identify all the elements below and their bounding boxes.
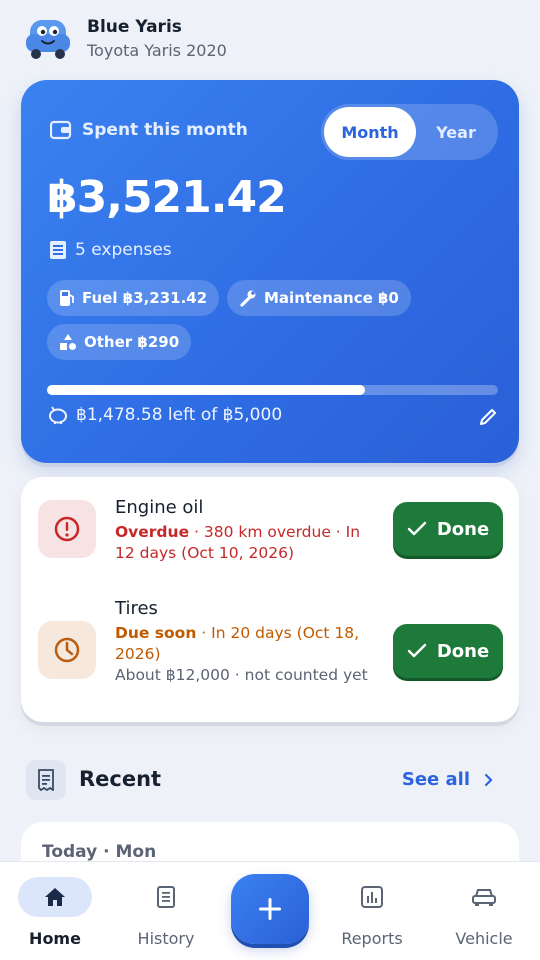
edit-budget-icon[interactable] [476, 405, 500, 429]
receipt-icon [26, 760, 66, 800]
car-model: Toyota Yaris 2020 [87, 40, 227, 60]
car-icon [447, 877, 521, 917]
bar-chart-icon [335, 877, 409, 917]
wrench-icon [240, 290, 256, 307]
fuel-chip-label: Fuel ฿3,231.42 [82, 289, 208, 307]
piggy-bank-icon [49, 406, 67, 424]
vehicle-header[interactable]: Blue Yaris Toyota Yaris 2020 [24, 14, 227, 62]
reminders-card: Engine oil Overdue · 380 km overdue · In… [21, 477, 519, 722]
nav-reports-label: Reports [341, 929, 403, 948]
expenses-count-text: 5 expenses [75, 240, 172, 260]
budget-remaining: ฿1,478.58 left of ฿5,000 [48, 405, 282, 425]
other-chip-label: Other ฿290 [84, 333, 180, 351]
spend-label-text: Spent this month [82, 120, 248, 140]
nav-history-label: History [137, 929, 195, 948]
reminder-title: Tires [115, 598, 158, 619]
check-icon [407, 643, 427, 658]
done-button[interactable]: Done [393, 624, 503, 678]
nav-reports[interactable]: Reports [322, 862, 422, 960]
car-mascot-icon [26, 20, 70, 59]
period-toggle[interactable]: Month Year [321, 104, 498, 160]
spent-amount: ฿3,521.42 [47, 172, 287, 223]
budget-remaining-text: ฿1,478.58 left of ฿5,000 [76, 405, 283, 425]
alert-circle-icon [38, 500, 96, 558]
history-list-icon [129, 877, 203, 917]
plus-icon [259, 898, 281, 920]
toggle-month[interactable]: Month [324, 107, 416, 157]
spend-label: Spent this month [50, 120, 248, 140]
reminder-detail: Due soon · In 20 days (Oct 18, 2026) [115, 623, 377, 665]
list-icon [50, 241, 66, 259]
nav-vehicle[interactable]: Vehicle [434, 862, 534, 960]
see-all-link[interactable]: See all [402, 769, 494, 790]
see-all-label: See all [401, 769, 470, 790]
maintenance-chip[interactable]: Maintenance ฿0 [227, 280, 411, 316]
clock-icon [38, 621, 96, 679]
recent-section-header: Recent See all [24, 757, 498, 803]
done-button-label: Done [436, 518, 490, 540]
home-icon [18, 877, 92, 917]
shapes-icon [60, 334, 76, 350]
chevron-right-icon [484, 773, 493, 786]
budget-progress-fill [47, 385, 365, 395]
maintenance-chip-label: Maintenance ฿0 [264, 289, 399, 307]
nav-history[interactable]: History [116, 862, 216, 960]
reminder-title: Engine oil [115, 497, 204, 518]
budget-progress-bar [47, 385, 498, 395]
recent-title: Recent [79, 767, 162, 791]
other-chip[interactable]: Other ฿290 [47, 324, 192, 360]
reminder-status: Overdue [115, 523, 190, 541]
nav-home[interactable]: Home [5, 862, 105, 960]
expenses-count: 5 expenses [50, 240, 172, 260]
monthly-spend-card: Spent this month Month Year ฿3,521.42 5 … [21, 80, 519, 463]
nav-vehicle-label: Vehicle [455, 929, 513, 948]
done-button-label: Done [436, 640, 490, 662]
done-button[interactable]: Done [393, 502, 503, 556]
car-name: Blue Yaris [87, 16, 182, 37]
reminder-detail: Overdue · 380 km overdue · In 12 days (O… [115, 522, 377, 564]
reminder-note: About ฿12,000 · not counted yet [115, 666, 368, 684]
toggle-year[interactable]: Year [416, 107, 496, 157]
reminder-status: Due soon [115, 624, 197, 642]
add-expense-button[interactable] [231, 874, 309, 944]
wallet-icon [50, 120, 72, 140]
fuel-pump-icon [60, 290, 74, 306]
day-label: Today · Mon [42, 842, 157, 862]
nav-home-label: Home [29, 929, 81, 948]
check-icon [407, 521, 427, 536]
fuel-chip[interactable]: Fuel ฿3,231.42 [47, 280, 220, 316]
